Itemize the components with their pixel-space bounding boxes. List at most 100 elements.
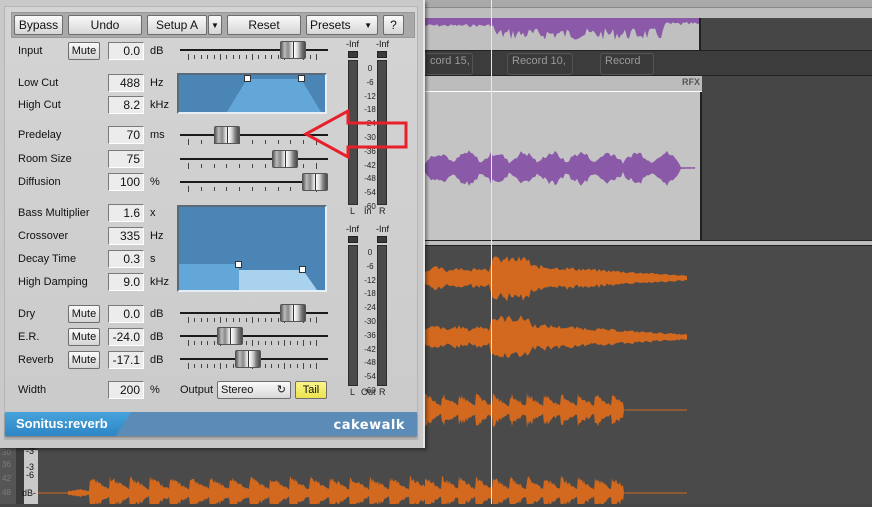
playhead-cursor[interactable] <box>491 0 492 504</box>
orange-waveform-bottom-left <box>38 475 425 507</box>
slider-track[interactable] <box>180 134 328 136</box>
input-meter-l-label: L <box>350 206 356 216</box>
input-mute-button[interactable]: Mute <box>68 42 100 60</box>
high-cut-field[interactable]: 8.2 <box>108 96 144 114</box>
slider-tick <box>188 139 189 145</box>
clip-label[interactable]: Record <box>600 53 654 75</box>
slider-tick <box>252 54 253 60</box>
db-label: -6 <box>26 470 35 480</box>
input-right-clip-led[interactable] <box>377 51 387 58</box>
slider-track[interactable] <box>180 158 328 160</box>
diffusion-field[interactable]: 100 <box>108 173 144 191</box>
diffusion-slider[interactable] <box>180 172 328 194</box>
dry-level-slider[interactable] <box>180 303 328 325</box>
output-mode-select[interactable]: Stereo ↻ <box>217 381 291 399</box>
high-damping-label: High Damping <box>18 276 88 288</box>
er-mute-button[interactable]: Mute <box>68 328 100 346</box>
crossover-handle[interactable] <box>235 261 242 268</box>
slider-tick <box>284 363 285 369</box>
slider-tick <box>258 318 260 322</box>
orange-track-area[interactable] <box>425 246 872 504</box>
slider-tick <box>303 140 305 144</box>
clip-label[interactable]: cord 15, <box>425 53 473 75</box>
slider-thumb[interactable] <box>216 327 243 345</box>
dry-level-field[interactable]: 0.0 <box>108 305 144 323</box>
input-gain-slider[interactable] <box>180 40 328 62</box>
meter-scale-tick: -18 <box>364 289 376 299</box>
timeline-ruler-lower[interactable] <box>425 8 872 18</box>
slider-tick <box>258 55 260 59</box>
er-level-field[interactable]: -24.0 <box>108 328 144 346</box>
db-scale-label: 30 <box>2 448 11 457</box>
high-damping-field[interactable]: 9.0 <box>108 273 144 291</box>
slider-tick <box>316 317 317 323</box>
slider-thumb[interactable] <box>234 350 261 368</box>
reverb-level-field[interactable]: -17.1 <box>108 351 144 369</box>
output-left-clip-led[interactable] <box>348 236 358 243</box>
room-size-field[interactable]: 75 <box>108 150 144 168</box>
crossover-field[interactable]: 335 <box>108 227 144 245</box>
slider-thumb[interactable] <box>302 173 328 191</box>
slider-thumb[interactable] <box>280 41 307 59</box>
low-cut-field[interactable]: 488 <box>108 74 144 92</box>
crossover-label: Crossover <box>18 230 69 242</box>
bypass-button[interactable]: Bypass <box>14 15 63 35</box>
meter-scale-tick: -42 <box>364 344 376 354</box>
reverb-level-slider[interactable] <box>180 349 328 371</box>
slider-tick <box>232 318 234 322</box>
track-db-label-strip: -3 -3 -6 dB- <box>22 446 38 504</box>
width-field[interactable]: 200 <box>108 381 144 399</box>
input-left-clip-led[interactable] <box>348 51 358 58</box>
slider-track[interactable] <box>180 335 328 337</box>
purple-audio-clip[interactable] <box>425 92 702 240</box>
slider-thumb[interactable] <box>280 304 307 322</box>
high-cut-handle[interactable] <box>298 75 305 82</box>
setup-dropdown-button[interactable]: ▼ <box>208 15 222 35</box>
bass-multiplier-field[interactable]: 1.6 <box>108 204 144 222</box>
slider-tick <box>277 318 279 322</box>
cut-filter-graph[interactable] <box>177 73 327 114</box>
slider-tick <box>194 318 196 322</box>
purple-waveform-top <box>425 18 699 40</box>
reset-button[interactable]: Reset <box>227 15 301 35</box>
meter-scale-tick: -54 <box>364 372 376 382</box>
dry-mute-button[interactable]: Mute <box>68 305 100 323</box>
help-button[interactable]: ? <box>383 15 404 35</box>
slider-tick <box>316 340 317 346</box>
slider-tick <box>271 341 273 345</box>
slider-tick <box>194 55 196 59</box>
crossover-unit: Hz <box>150 230 164 242</box>
decay-time-field[interactable]: 0.3 <box>108 250 144 268</box>
slider-tick <box>194 341 196 345</box>
timeline-ruler[interactable] <box>425 0 872 8</box>
input-label: Input <box>18 45 43 57</box>
setup-button[interactable]: Setup A <box>147 15 207 35</box>
low-cut-unit: Hz <box>150 77 164 89</box>
reverb-mute-button[interactable]: Mute <box>68 351 100 369</box>
low-cut-handle[interactable] <box>244 75 251 82</box>
presets-dropdown[interactable]: Presets ▼ <box>306 15 378 35</box>
clip-label[interactable]: Record 10, <box>507 53 573 75</box>
output-mode-value: Stereo <box>221 384 254 396</box>
predelay-slider[interactable] <box>180 125 328 147</box>
slider-thumb[interactable] <box>271 150 298 168</box>
rfx-label[interactable]: RFX <box>680 77 702 87</box>
purple-audio-clip-top[interactable] <box>425 18 701 50</box>
tail-button[interactable]: Tail <box>295 381 327 399</box>
orange-track-area-left[interactable] <box>38 448 425 507</box>
input-gain-field[interactable]: 0.0 <box>108 42 144 60</box>
high-damping-handle[interactable] <box>299 266 306 273</box>
slider-tick <box>252 164 253 168</box>
room-size-slider[interactable] <box>180 149 328 171</box>
er-level-slider[interactable] <box>180 326 328 348</box>
undo-button[interactable]: Undo <box>68 15 142 35</box>
slider-tick <box>220 363 221 369</box>
predelay-field[interactable]: 70 <box>108 126 144 144</box>
slider-tick <box>239 164 241 168</box>
decay-damping-graph[interactable] <box>177 205 327 292</box>
output-left-meter <box>348 245 358 386</box>
slider-thumb[interactable] <box>214 126 241 144</box>
chevron-down-icon: ▼ <box>364 20 372 30</box>
output-right-clip-led[interactable] <box>377 236 387 243</box>
slider-tick <box>277 55 279 59</box>
